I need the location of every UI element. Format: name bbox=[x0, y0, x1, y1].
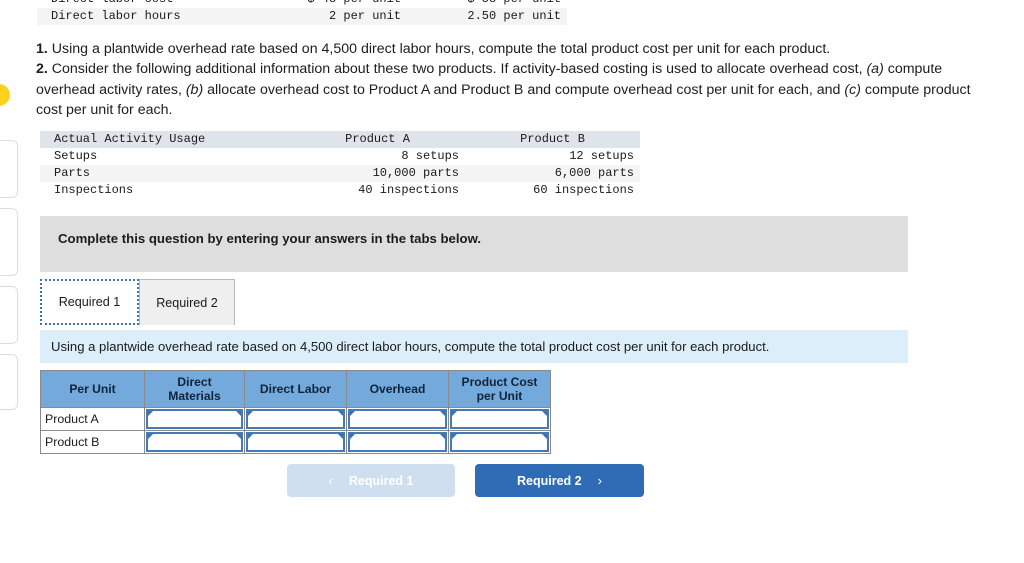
row-label-product-a: Product A bbox=[40, 407, 145, 431]
tab-required-2-label: Required 2 bbox=[156, 295, 218, 310]
cell-product-a-product-cost-per-unit[interactable] bbox=[448, 407, 551, 431]
question-2-text-a: Consider the following additional inform… bbox=[47, 61, 867, 78]
table-row: Parts 10,000 parts 6,000 parts bbox=[40, 165, 640, 182]
column-header-per-unit: Per Unit bbox=[40, 370, 145, 408]
row-value-product-b: 12 setups bbox=[569, 149, 634, 163]
table-row: Direct labor cost $ 48 per unit $ 58 per… bbox=[37, 0, 567, 8]
input-product-b-product-cost-per-unit[interactable] bbox=[450, 432, 549, 452]
question-2: 2. Consider the following additional inf… bbox=[36, 59, 988, 120]
row-value-product-b: 60 inspections bbox=[533, 183, 634, 197]
next-required-2-label: Required 2 bbox=[517, 473, 582, 488]
tab-required-1[interactable]: Required 1 bbox=[40, 279, 139, 325]
column-header-overhead: Overhead bbox=[346, 370, 449, 408]
previous-required-1-button[interactable]: ‹ Required 1 bbox=[287, 464, 455, 497]
requirement-description-text: Using a plantwide overhead rate based on… bbox=[51, 339, 770, 354]
activity-header-label: Actual Activity Usage bbox=[54, 132, 206, 146]
input-product-a-direct-materials[interactable] bbox=[146, 409, 243, 429]
row-value-product-a: 40 inspections bbox=[358, 183, 459, 197]
table-row: Inspections 40 inspections 60 inspection… bbox=[40, 182, 640, 199]
column-header-overhead-line1: Overhead bbox=[369, 382, 426, 396]
requirement-description-bar: Using a plantwide overhead rate based on… bbox=[40, 330, 908, 363]
column-header-direct-materials-line2: Materials bbox=[168, 389, 221, 403]
table-row: Product A bbox=[40, 407, 551, 431]
row-label: Direct labor cost bbox=[37, 0, 247, 8]
input-product-b-direct-labor[interactable] bbox=[246, 432, 345, 452]
cell-product-b-direct-materials[interactable] bbox=[144, 430, 245, 454]
chevron-right-icon: › bbox=[597, 473, 602, 488]
column-header-direct-materials-line1: Direct bbox=[177, 375, 212, 389]
row-label: Setups bbox=[54, 149, 98, 163]
row-label: Parts bbox=[54, 166, 91, 180]
table-row: Setups 8 setups 12 setups bbox=[40, 148, 640, 165]
question-2-part-a-marker: (a) bbox=[866, 61, 884, 78]
input-product-b-overhead[interactable] bbox=[348, 432, 447, 452]
left-edge-card-4 bbox=[0, 354, 18, 410]
row-value-product-a: $ 48 per unit bbox=[247, 0, 407, 8]
cell-product-a-overhead[interactable] bbox=[346, 407, 449, 431]
column-header-per-unit-line1: Per Unit bbox=[69, 382, 116, 396]
question-2-number: 2. bbox=[36, 61, 48, 78]
tab-required-1-label: Required 1 bbox=[58, 295, 121, 309]
input-product-a-direct-labor[interactable] bbox=[246, 409, 345, 429]
row-value-product-a: 8 setups bbox=[401, 149, 459, 163]
table-row: Product B bbox=[40, 430, 551, 454]
previous-required-1-label: Required 1 bbox=[348, 473, 414, 488]
input-product-a-overhead[interactable] bbox=[348, 409, 447, 429]
activity-header-product-a: Product A bbox=[345, 132, 410, 146]
column-header-product-cost-per-unit-line2: per Unit bbox=[476, 389, 523, 403]
row-label: Direct labor hours bbox=[51, 9, 181, 23]
question-1-text: Using a plantwide overhead rate based on… bbox=[47, 41, 831, 57]
table-row: Direct labor hours 2 per unit 2.50 per u… bbox=[37, 8, 567, 25]
column-header-direct-labor: Direct Labor bbox=[244, 370, 347, 408]
row-value-product-b: $ 58 per unit bbox=[407, 0, 567, 8]
column-header-direct-labor-line1: Direct Labor bbox=[259, 382, 332, 396]
cell-product-a-direct-materials[interactable] bbox=[144, 407, 245, 431]
complete-question-banner: Complete this question by entering your … bbox=[40, 216, 908, 272]
row-label-product-b: Product B bbox=[40, 430, 145, 454]
cell-product-b-overhead[interactable] bbox=[346, 430, 449, 454]
activity-header-product-b: Product B bbox=[520, 132, 585, 146]
tab-required-2[interactable]: Required 2 bbox=[139, 279, 235, 325]
cell-product-b-product-cost-per-unit[interactable] bbox=[448, 430, 551, 454]
question-1: 1. Using a plantwide overhead rate based… bbox=[36, 39, 988, 59]
chevron-left-icon: ‹ bbox=[328, 473, 333, 488]
input-product-b-direct-materials[interactable] bbox=[146, 432, 243, 452]
row-value-product-b: 2.50 per unit bbox=[467, 9, 561, 23]
answer-table-header-row: Per Unit Direct Materials Direct Labor O… bbox=[40, 370, 551, 408]
question-2-text-c: allocate overhead cost to Product A and … bbox=[203, 81, 845, 98]
column-header-product-cost-per-unit: Product Cost per Unit bbox=[448, 370, 551, 408]
table-header-row: Actual Activity Usage Product A Product … bbox=[40, 131, 640, 148]
input-product-a-product-cost-per-unit[interactable] bbox=[450, 409, 549, 429]
direct-cost-table: Direct labor cost $ 48 per unit $ 58 per… bbox=[37, 0, 567, 25]
cell-product-b-direct-labor[interactable] bbox=[244, 430, 347, 454]
answer-table: Per Unit Direct Materials Direct Labor O… bbox=[40, 370, 551, 454]
complete-question-banner-text: Complete this question by entering your … bbox=[58, 231, 482, 246]
actual-activity-usage-table: Actual Activity Usage Product A Product … bbox=[40, 131, 640, 199]
left-edge-card-3 bbox=[0, 286, 18, 344]
question-1-number: 1. bbox=[36, 41, 48, 57]
row-label: Inspections bbox=[54, 183, 134, 197]
question-instructions: 1. Using a plantwide overhead rate based… bbox=[36, 39, 988, 120]
row-value-product-b: 6,000 parts bbox=[554, 166, 634, 180]
question-2-part-c-marker: (c) bbox=[844, 81, 861, 98]
row-value-product-a: 2 per unit bbox=[328, 9, 401, 23]
row-value-product-a: 10,000 parts bbox=[372, 166, 459, 180]
requirement-tabs: Required 1 Required 2 bbox=[40, 279, 908, 326]
left-edge-card-1 bbox=[0, 140, 18, 198]
question-2-part-b-marker: (b) bbox=[185, 81, 204, 98]
next-required-2-button[interactable]: Required 2 › bbox=[475, 464, 644, 497]
left-edge-yellow-badge bbox=[0, 84, 10, 106]
column-header-product-cost-per-unit-line1: Product Cost bbox=[461, 375, 538, 389]
left-edge-card-2 bbox=[0, 208, 18, 276]
cell-product-a-direct-labor[interactable] bbox=[244, 407, 347, 431]
column-header-direct-materials: Direct Materials bbox=[144, 370, 245, 408]
